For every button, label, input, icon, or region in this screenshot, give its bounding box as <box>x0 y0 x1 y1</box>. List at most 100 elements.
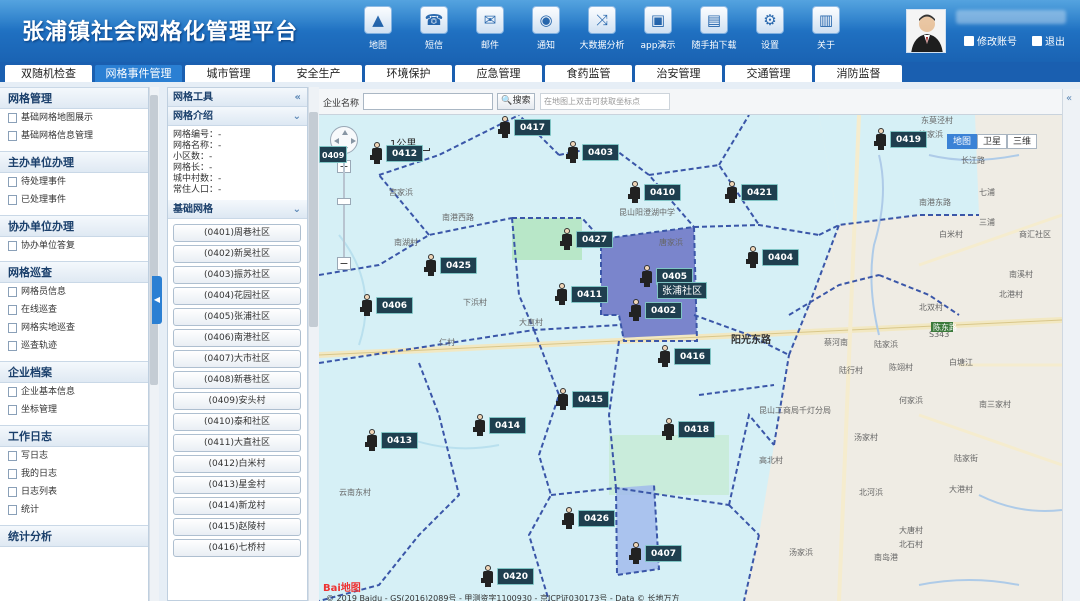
grid-marker-0415[interactable]: 0415 <box>556 388 610 410</box>
grid-button-0414[interactable]: (0414)新龙村 <box>173 497 301 515</box>
modify-account-link[interactable]: 修改账号 <box>964 33 1017 48</box>
expand-right-icon[interactable]: « <box>1066 93 1072 104</box>
tab-city-management[interactable]: 城市管理 <box>185 65 272 82</box>
grid-marker-0414[interactable]: 0414 <box>473 414 527 436</box>
sidebar-item-grid-staff[interactable]: 网格员信息 <box>0 283 148 301</box>
sidebar-item-pending[interactable]: 待处理事件 <box>0 173 148 191</box>
tab-public-security[interactable]: 治安管理 <box>635 65 722 82</box>
grid-marker-0417[interactable]: 0417 <box>498 116 552 138</box>
map-type-normal[interactable]: 地图 <box>947 134 978 149</box>
tab-environment[interactable]: 环境保护 <box>365 65 452 82</box>
grid-marker-0421[interactable]: 0421 <box>725 181 779 203</box>
sidebar-item-grid-info[interactable]: 基础网格信息管理 <box>0 127 148 145</box>
grid-marker-0404[interactable]: 0404 <box>746 246 800 268</box>
grid-marker-0420[interactable]: 0420 <box>481 565 535 587</box>
tab-fire[interactable]: 消防监督 <box>815 65 902 82</box>
grid-button-0403[interactable]: (0403)振苏社区 <box>173 266 301 284</box>
grid-marker-0413[interactable]: 0413 <box>365 429 419 451</box>
grid-button-0407[interactable]: (0407)大市社区 <box>173 350 301 368</box>
toolbar-sms-button[interactable]: ☎ 短信 <box>408 6 460 56</box>
panel-scroll-thumb[interactable] <box>309 112 318 327</box>
map-type-3d[interactable]: 三维 <box>1007 134 1038 149</box>
intro-header[interactable]: 网格介绍 ⌄ <box>168 107 307 126</box>
map-type-satellite[interactable]: 卫星 <box>977 134 1008 149</box>
toolbar-about-button[interactable]: ▥ 关于 <box>800 6 852 56</box>
sidebar-item-handled[interactable]: 已处理事件 <box>0 191 148 209</box>
grid-marker-0409[interactable]: 0409 <box>319 146 348 163</box>
sidebar-item-grid-map[interactable]: 基础网格地图展示 <box>0 109 148 127</box>
grid-marker-0416[interactable]: 0416 <box>658 345 712 367</box>
grid-button-0413[interactable]: (0413)星金村 <box>173 476 301 494</box>
avatar[interactable] <box>906 9 946 53</box>
grid-button-0411[interactable]: (0411)大直社区 <box>173 434 301 452</box>
toolbar-notice-button[interactable]: ◉ 通知 <box>520 6 572 56</box>
grid-button-0402[interactable]: (0402)新昊社区 <box>173 245 301 263</box>
grid-marker-0402[interactable]: 0402 <box>629 299 683 321</box>
grid-button-0412[interactable]: (0412)白米村 <box>173 455 301 473</box>
search-button[interactable]: 🔍搜索 <box>497 93 535 110</box>
sidebar-item-enterprise-info[interactable]: 企业基本信息 <box>0 383 148 401</box>
grid-button-0416[interactable]: (0416)七桥村 <box>173 539 301 557</box>
zoom-slider-track[interactable] <box>343 162 345 262</box>
chevron-down-icon[interactable]: ⌄ <box>293 200 301 219</box>
tab-production-safety[interactable]: 安全生产 <box>275 65 362 82</box>
grid-marker-0410[interactable]: 0410 <box>628 181 682 203</box>
logout-link[interactable]: 退出 <box>1032 33 1065 48</box>
grid-button-0405[interactable]: (0405)张浦社区 <box>173 308 301 326</box>
enterprise-search-input[interactable] <box>363 93 493 110</box>
sidebar-item-log-list[interactable]: 日志列表 <box>0 483 148 501</box>
zoom-slider-thumb[interactable] <box>337 198 351 205</box>
tab-food-drug[interactable]: 食药监管 <box>545 65 632 82</box>
sidebar-item-co-reply[interactable]: 协办单位答复 <box>0 237 148 255</box>
grid-marker-0403[interactable]: 0403 <box>566 141 620 163</box>
grid-marker-0407[interactable]: 0407 <box>629 542 683 564</box>
toolbar-mail-button[interactable]: ✉ 邮件 <box>464 6 516 56</box>
collapse-left-icon[interactable]: « <box>295 88 301 107</box>
section-statistics-analysis[interactable]: 统计分析 <box>0 525 148 547</box>
sidebar-item-statistics[interactable]: 统计 <box>0 501 148 519</box>
grid-button-0406[interactable]: (0406)南港社区 <box>173 329 301 347</box>
toolbar-bigdata-button[interactable]: ⤨ 大数据分析 <box>576 6 628 56</box>
toolbar-settings-button[interactable]: ⚙ 设置 <box>744 6 796 56</box>
grid-button-0415[interactable]: (0415)赵陵村 <box>173 518 301 536</box>
zoom-out-button[interactable]: − <box>337 257 351 270</box>
section-work-log[interactable]: 工作日志 <box>0 425 148 447</box>
tab-emergency[interactable]: 应急管理 <box>455 65 542 82</box>
section-co-unit[interactable]: 协办单位办理 <box>0 215 148 237</box>
chevron-down-icon[interactable]: ⌄ <box>293 107 301 126</box>
toolbar-app-demo-button[interactable]: ▣ app演示 <box>632 6 684 56</box>
grid-marker-0427[interactable]: 0427 <box>560 228 614 250</box>
tab-grid-events[interactable]: 网格事件管理 <box>95 65 182 82</box>
toolbar-map-button[interactable]: ▲ 地图 <box>352 6 404 56</box>
basic-grid-header[interactable]: 基础网格 ⌄ <box>168 200 307 219</box>
tab-double-random[interactable]: 双随机检查 <box>5 65 92 82</box>
tab-traffic[interactable]: 交通管理 <box>725 65 812 82</box>
grid-button-0408[interactable]: (0408)新巷社区 <box>173 371 301 389</box>
grid-marker-0411[interactable]: 0411 <box>555 283 609 305</box>
sidebar-item-online-patrol[interactable]: 在线巡查 <box>0 301 148 319</box>
sidebar-collapse-toggle[interactable]: ◀ <box>152 276 162 324</box>
toolbar-download-button[interactable]: ▤ 随手拍下载 <box>688 6 740 56</box>
grid-marker-0418[interactable]: 0418 <box>662 418 716 440</box>
section-host-unit[interactable]: 主办单位办理 <box>0 151 148 173</box>
sidebar-item-my-log[interactable]: 我的日志 <box>0 465 148 483</box>
grid-button-0410[interactable]: (0410)泰和社区 <box>173 413 301 431</box>
sidebar-item-patrol-track[interactable]: 巡查轨迹 <box>0 337 148 355</box>
grid-button-0409[interactable]: (0409)安头村 <box>173 392 301 410</box>
sidebar-item-field-patrol[interactable]: 网格实地巡查 <box>0 319 148 337</box>
section-grid-management[interactable]: 网格管理 <box>0 87 148 109</box>
grid-button-0404[interactable]: (0404)花园社区 <box>173 287 301 305</box>
right-collapsed-panel[interactable] <box>1062 89 1080 601</box>
grid-marker-0419[interactable]: 0419 <box>874 128 928 150</box>
grid-marker-0425[interactable]: 0425 <box>424 254 478 276</box>
sidebar-item-coordinates[interactable]: 坐标管理 <box>0 401 148 419</box>
section-grid-patrol[interactable]: 网格巡查 <box>0 261 148 283</box>
coordinate-hint-field[interactable]: 在地图上双击可获取坐标点 <box>540 93 670 110</box>
sidebar-item-write-log[interactable]: 写日志 <box>0 447 148 465</box>
grid-marker-0426[interactable]: 0426 <box>562 507 616 529</box>
grid-marker-0406[interactable]: 0406 <box>360 294 414 316</box>
sidebar-scroll-thumb[interactable] <box>150 95 158 385</box>
section-enterprise[interactable]: 企业档案 <box>0 361 148 383</box>
highlight-label-zhangpu[interactable]: 张浦社区 <box>657 282 707 299</box>
grid-marker-0412[interactable]: 0412 <box>370 142 424 164</box>
